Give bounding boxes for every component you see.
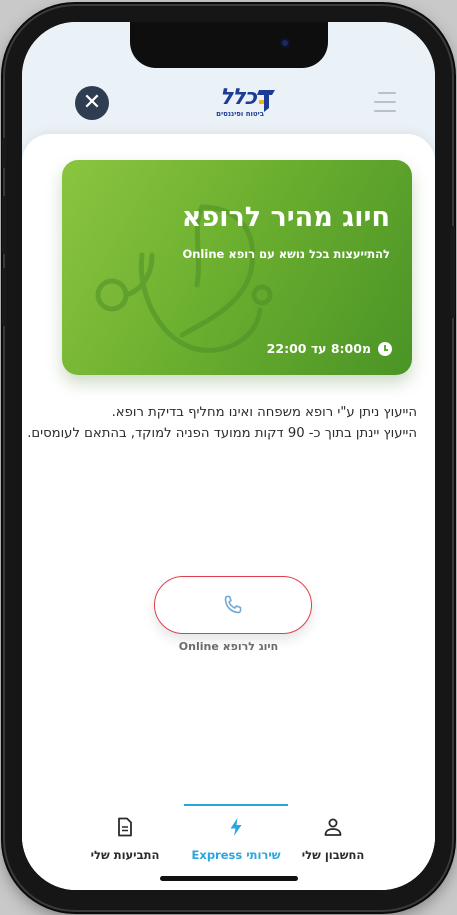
logo-mark-icon — [257, 90, 275, 112]
volume-up-button — [2, 196, 6, 254]
front-camera — [280, 38, 290, 48]
phone-icon — [224, 595, 242, 614]
menu-button[interactable] — [372, 92, 396, 112]
close-button[interactable]: ✕ — [75, 86, 109, 120]
logo-wordmark: כלל — [219, 85, 257, 110]
silent-switch — [2, 138, 6, 168]
clal-logo: כלל ביטוח ופיננסים — [200, 86, 278, 120]
power-button — [451, 226, 455, 318]
phone-screen: ✕ כלל ביטוח ופיננסים חיוג מהיר לרופא להת… — [22, 22, 435, 890]
info-line-2: הייעוץ יינתן בתוך כ- 90 דקות ממועד הפניה… — [27, 426, 417, 441]
hours-text: מ8:00 עד 22:00 — [266, 341, 371, 356]
tab-my-account-label: החשבון שלי — [301, 848, 365, 862]
lightning-icon — [230, 818, 242, 836]
user-icon — [324, 818, 342, 836]
call-doctor-button[interactable] — [154, 576, 312, 634]
document-icon — [118, 817, 132, 837]
volume-down-button — [2, 268, 6, 326]
info-line-1: הייעוץ ניתן ע"י רופא משפחה ואינו מחליף ב… — [111, 405, 417, 420]
tab-express-services-label: שירותי Express — [191, 848, 281, 862]
tab-my-claims[interactable]: התביעות שלי — [70, 816, 180, 862]
hero-card: חיוג מהיר לרופא להתייעצות בכל נושא עם רו… — [62, 160, 412, 375]
tab-my-claims-label: התביעות שלי — [90, 848, 160, 862]
tab-express-services[interactable]: שירותי Express — [181, 816, 291, 862]
call-doctor-label: חיוג לרופא Online — [178, 640, 279, 653]
home-indicator — [160, 876, 298, 881]
notch — [130, 22, 328, 68]
hero-hours: מ8:00 עד 22:00 — [267, 341, 392, 356]
hero-subtitle: להתייעצות בכל נושא עם רופא Online — [182, 247, 390, 261]
close-icon: ✕ — [82, 90, 102, 115]
active-tab-indicator — [184, 804, 288, 806]
hero-title: חיוג מהיר לרופא — [181, 202, 390, 233]
info-text: הייעוץ ניתן ע"י רופא משפחה ואינו מחליף ב… — [22, 402, 417, 444]
clock-icon — [378, 341, 392, 356]
tab-my-account[interactable]: החשבון שלי — [278, 816, 388, 862]
